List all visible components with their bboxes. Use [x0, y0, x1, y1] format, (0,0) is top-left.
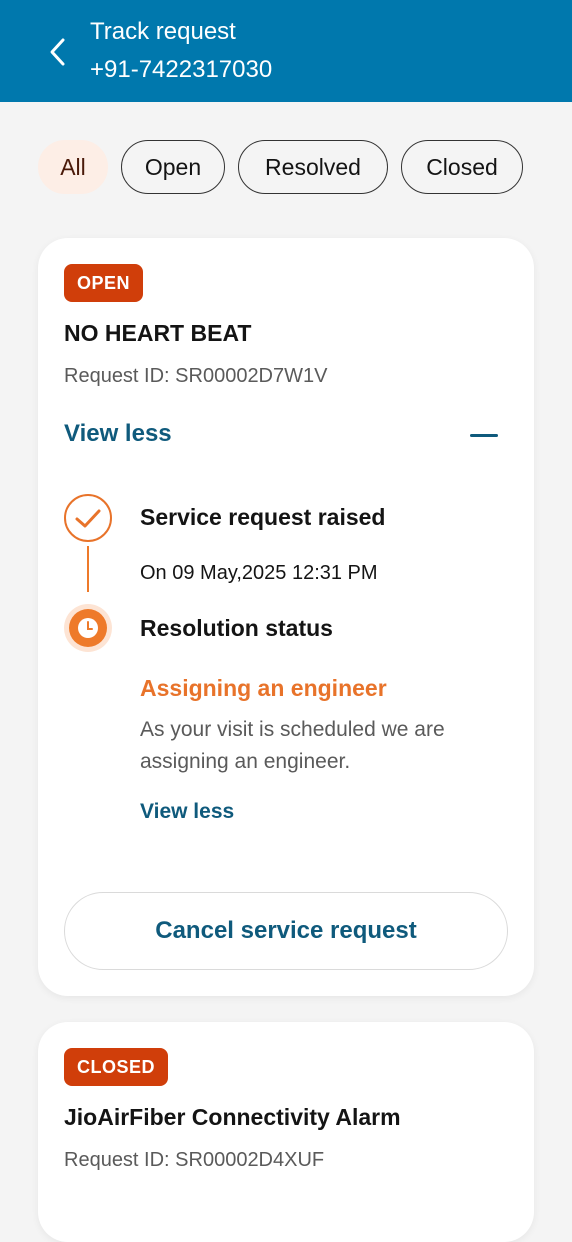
clock-icon: [64, 604, 112, 652]
collapse-icon[interactable]: [464, 420, 504, 450]
step-title: Resolution status: [140, 615, 333, 641]
view-less-link[interactable]: View less: [64, 420, 172, 448]
app-header: Track request +91-7422317030: [0, 0, 572, 102]
check-icon: [64, 494, 112, 542]
request-card: CLOSED JioAirFiber Connectivity Alarm Re…: [38, 1022, 534, 1242]
filter-closed[interactable]: Closed: [401, 140, 523, 194]
timeline-connector: [87, 546, 89, 592]
cancel-request-button[interactable]: Cancel service request: [64, 892, 508, 970]
status-badge: CLOSED: [64, 1048, 169, 1086]
status-badge: OPEN: [64, 264, 144, 302]
step-date: On 09 May,2025 12:31 PM: [140, 562, 378, 584]
view-less-link[interactable]: View less: [140, 800, 234, 824]
request-title: NO HEART BEAT: [64, 320, 252, 346]
back-button[interactable]: [40, 30, 76, 74]
request-id: Request ID: SR00002D7W1V: [64, 365, 328, 387]
request-id: Request ID: SR00002D4XUF: [64, 1149, 325, 1171]
step-title: Service request raised: [140, 504, 386, 530]
resolution-status: Assigning an engineer: [140, 675, 387, 701]
filter-open[interactable]: Open: [121, 140, 225, 194]
filter-chips: All Open Resolved Closed: [38, 140, 523, 194]
filter-resolved[interactable]: Resolved: [238, 140, 388, 194]
request-title: JioAirFiber Connectivity Alarm: [64, 1104, 401, 1130]
status-description: As your visit is scheduled we are assign…: [140, 718, 445, 773]
page-title: Track request: [90, 18, 236, 45]
chevron-left-icon: [50, 38, 65, 66]
phone-number: +91-7422317030: [90, 56, 273, 83]
request-card: OPEN NO HEART BEAT Request ID: SR00002D7…: [38, 238, 534, 996]
filter-all[interactable]: All: [38, 140, 108, 194]
